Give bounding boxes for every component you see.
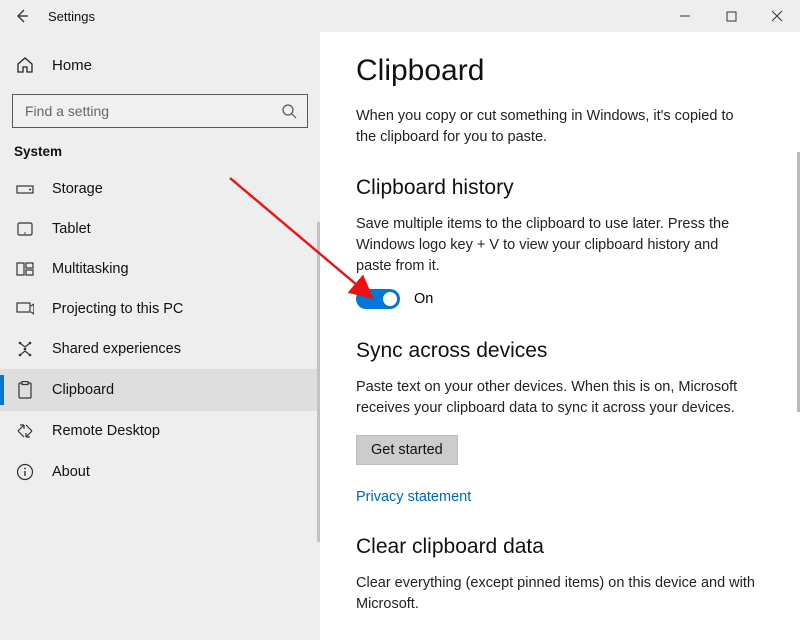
sidebar-item-label: Shared experiences (52, 341, 181, 357)
maximize-button[interactable] (708, 0, 754, 32)
page-intro-text: When you copy or cut something in Window… (356, 106, 756, 148)
clipboard-history-desc: Save multiple items to the clipboard to … (356, 214, 756, 277)
sidebar-item-label: Remote Desktop (52, 423, 160, 439)
sidebar-item-label: Clipboard (52, 382, 114, 398)
tablet-icon (16, 222, 34, 236)
sidebar-item-remote-desktop[interactable]: Remote Desktop (0, 411, 320, 451)
minimize-button[interactable] (662, 0, 708, 32)
sidebar-item-projecting[interactable]: Projecting to this PC (0, 289, 320, 329)
close-button[interactable] (754, 0, 800, 32)
sidebar-home[interactable]: Home (0, 50, 320, 80)
sidebar-item-storage[interactable]: Storage (0, 169, 320, 209)
sidebar-item-label: Projecting to this PC (52, 301, 183, 317)
sync-heading: Sync across devices (356, 339, 756, 363)
clipboard-history-heading: Clipboard history (356, 176, 756, 200)
projecting-icon (16, 302, 34, 316)
shared-experiences-icon (16, 341, 34, 357)
home-icon (16, 56, 34, 74)
search-icon (281, 103, 297, 119)
sidebar-item-shared-experiences[interactable]: Shared experiences (0, 329, 320, 369)
sidebar-item-label: Storage (52, 181, 103, 197)
sidebar-item-label: Tablet (52, 221, 91, 237)
minimize-icon (679, 10, 691, 22)
sidebar-section-label: System (0, 140, 320, 169)
sidebar-item-multitasking[interactable]: Multitasking (0, 249, 320, 289)
get-started-button[interactable]: Get started (356, 435, 458, 465)
back-arrow-icon (14, 8, 30, 24)
clear-heading: Clear clipboard data (356, 535, 756, 559)
sidebar-item-clipboard[interactable]: Clipboard (0, 369, 320, 411)
sidebar: Home System Storage Tablet Multita (0, 32, 320, 640)
sidebar-item-label: About (52, 464, 90, 480)
search-box[interactable] (12, 94, 308, 128)
title-bar: Settings (0, 0, 800, 32)
storage-icon (16, 182, 34, 196)
multitasking-icon (16, 262, 34, 276)
sidebar-item-tablet[interactable]: Tablet (0, 209, 320, 249)
toggle-knob-icon (383, 292, 397, 306)
sidebar-item-label: Multitasking (52, 261, 129, 277)
about-icon (16, 463, 34, 481)
clipboard-history-toggle-state: On (414, 291, 433, 307)
remote-desktop-icon (16, 423, 34, 439)
window-title: Settings (44, 9, 95, 24)
back-button[interactable] (0, 0, 44, 32)
clipboard-history-toggle[interactable] (356, 289, 400, 309)
clipboard-icon (16, 381, 34, 399)
search-input[interactable] (23, 102, 253, 120)
privacy-statement-link[interactable]: Privacy statement (356, 489, 471, 505)
close-icon (771, 10, 783, 22)
sidebar-item-about[interactable]: About (0, 451, 320, 493)
clear-desc: Clear everything (except pinned items) o… (356, 573, 756, 615)
sync-desc: Paste text on your other devices. When t… (356, 377, 756, 419)
maximize-icon (726, 11, 737, 22)
page-title: Clipboard (356, 54, 756, 88)
sidebar-home-label: Home (52, 57, 92, 74)
content-pane: Clipboard When you copy or cut something… (320, 32, 800, 640)
